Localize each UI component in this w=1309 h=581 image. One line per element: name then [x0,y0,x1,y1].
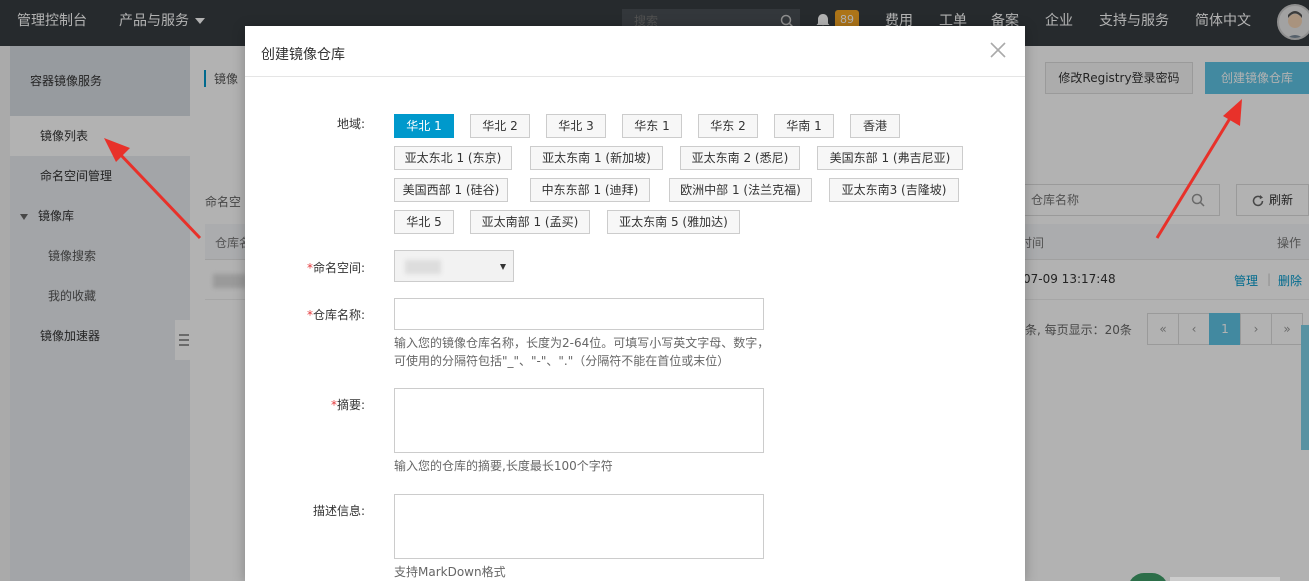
region-option-me-east-1[interactable]: 中东东部 1 (迪拜) [530,178,650,202]
redacted-namespace-value [405,260,441,274]
region-option-us-east-1[interactable]: 美国东部 1 (弗吉尼亚) [817,146,963,170]
description-hint: 支持MarkDown格式 [394,565,506,579]
region-option-us-west-1[interactable]: 美国西部 1 (硅谷) [394,178,508,202]
region-option-ap-southeast-2[interactable]: 亚太东南 2 (悉尼) [680,146,800,170]
create-repository-dialog: 创建镜像仓库 地域: 华北 1 华北 2 华北 3 华东 1 华东 2 华南 1… [245,26,1025,581]
close-icon[interactable] [988,40,1008,60]
summary-textarea[interactable] [394,388,764,453]
summary-label-text: 摘要: [336,398,365,412]
region-option-ap-southeast-5[interactable]: 亚太东南 5 (雅加达) [607,210,740,234]
region-option-cn-east-1[interactable]: 华东 1 [622,114,682,138]
namespace-select[interactable] [394,250,514,282]
region-option-cn-north-2[interactable]: 华北 2 [470,114,530,138]
dialog-divider [245,76,1025,77]
region-option-hongkong[interactable]: 香港 [850,114,900,138]
region-option-ap-southeast-1[interactable]: 亚太东南 1 (新加坡) [530,146,663,170]
summary-hint: 输入您的仓库的摘要,长度最长100个字符 [394,459,613,473]
description-textarea[interactable] [394,494,764,559]
region-option-cn-north-1[interactable]: 华北 1 [394,114,454,138]
caret-down-icon [500,264,506,270]
region-option-ap-southeast-3[interactable]: 亚太东南3 (吉隆坡) [829,178,959,202]
region-label: 地域: [336,117,365,131]
namespace-label: *命名空间: [245,259,365,276]
summary-label: *摘要: [245,396,365,413]
description-label: 描述信息: [312,504,365,518]
dialog-title: 创建镜像仓库 [261,47,345,63]
region-option-ap-south-1[interactable]: 亚太南部 1 (孟买) [470,210,590,234]
region-option-cn-north-3[interactable]: 华北 3 [546,114,606,138]
repo-name-label-text: 仓库名称: [312,308,365,322]
bottom-scrollbar[interactable] [1170,577,1280,581]
region-option-cn-south-1[interactable]: 华南 1 [774,114,834,138]
region-option-cn-north-5[interactable]: 华北 5 [394,210,454,234]
repo-name-hint: 输入您的镜像仓库名称，长度为2-64位。可填写小写英文字母、数字，可使用的分隔符… [394,336,770,368]
region-option-ap-northeast-1[interactable]: 亚太东北 1 (东京) [394,146,512,170]
namespace-label-text: 命名空间: [312,261,365,275]
repo-name-input[interactable] [394,298,764,330]
repo-name-label: *仓库名称: [245,306,365,323]
region-option-cn-east-2[interactable]: 华东 2 [698,114,758,138]
region-option-eu-central-1[interactable]: 欧洲中部 1 (法兰克福) [669,178,812,202]
